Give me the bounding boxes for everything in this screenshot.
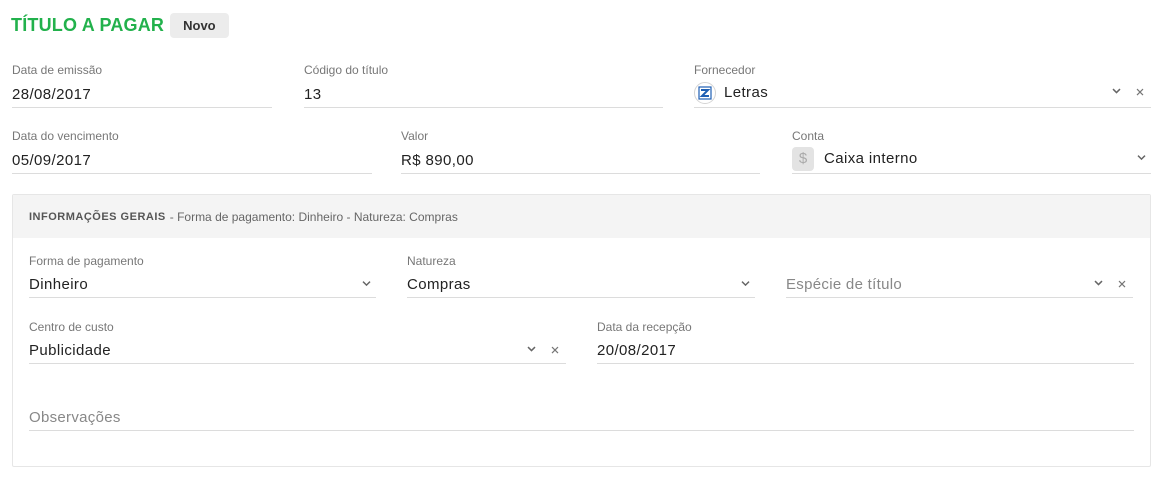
clear-icon[interactable]: [551, 346, 560, 355]
clear-icon[interactable]: [1118, 280, 1127, 289]
general-info-summary: - Forma de pagamento: Dinheiro - Naturez…: [169, 209, 458, 224]
amount-field[interactable]: Valor R$ 890,00: [401, 128, 760, 174]
payment-method-field[interactable]: Forma de pagamento Dinheiro: [29, 253, 376, 298]
issue-date-field[interactable]: Data de emissão 28/08/2017: [12, 62, 272, 108]
amount-label: Valor: [401, 129, 429, 143]
title-code-label: Código do título: [304, 63, 389, 77]
due-date-label: Data do vencimento: [12, 129, 119, 143]
cost-center-label: Centro de custo: [29, 320, 114, 334]
issue-date-input[interactable]: 28/08/2017: [12, 82, 272, 108]
nature-label: Natureza: [407, 254, 456, 268]
payment-method-select[interactable]: Dinheiro: [29, 272, 376, 298]
issue-date-value: 28/08/2017: [12, 86, 92, 103]
amount-value: R$ 890,00: [401, 152, 474, 169]
page-title: TÍTULO A PAGAR: [11, 15, 165, 35]
general-info-header[interactable]: INFORMAÇÕES GERAIS - Forma de pagamento:…: [13, 195, 1150, 238]
notes-input[interactable]: Observações: [29, 405, 1134, 431]
chevron-down-icon[interactable]: [1094, 280, 1103, 288]
clear-icon[interactable]: [1136, 88, 1145, 97]
chevron-down-icon[interactable]: [1112, 88, 1121, 96]
payment-method-value: Dinheiro: [29, 276, 89, 293]
title-type-placeholder: Espécie de título: [786, 276, 903, 293]
chevron-down-icon[interactable]: [1137, 154, 1146, 162]
supplier-value: Letras: [724, 84, 769, 101]
title-code-field[interactable]: Código do título 13: [304, 62, 663, 108]
title-code-input[interactable]: 13: [304, 82, 663, 108]
nature-field[interactable]: Natureza Compras: [407, 253, 755, 298]
cost-center-select[interactable]: Publicidade: [29, 338, 566, 364]
reception-date-field[interactable]: Data da recepção 20/08/2017: [597, 319, 1134, 364]
nature-value: Compras: [407, 276, 471, 293]
due-date-field[interactable]: Data do vencimento 05/09/2017: [12, 128, 372, 174]
supplier-select[interactable]: Letras: [694, 78, 1151, 108]
chevron-down-icon[interactable]: [741, 280, 750, 288]
title-type-field[interactable]: Espécie de título: [786, 253, 1133, 298]
nature-select[interactable]: Compras: [407, 272, 755, 298]
due-date-input[interactable]: 05/09/2017: [12, 148, 372, 174]
reception-date-value: 20/08/2017: [597, 342, 677, 359]
account-label: Conta: [792, 129, 825, 143]
title-code-value: 13: [304, 86, 322, 103]
reception-date-label: Data da recepção: [597, 320, 692, 334]
account-field[interactable]: Conta $ Caixa interno: [792, 128, 1151, 174]
due-date-value: 05/09/2017: [12, 152, 92, 169]
reception-date-input[interactable]: 20/08/2017: [597, 338, 1134, 364]
supplier-logo-icon: [694, 81, 716, 104]
status-badge: Novo: [170, 13, 229, 38]
account-select[interactable]: $ Caixa interno: [792, 144, 1151, 174]
general-info-title: INFORMAÇÕES GERAIS: [29, 210, 166, 223]
page-header: TÍTULO A PAGAR Novo: [11, 13, 229, 38]
title-type-select[interactable]: Espécie de título: [786, 272, 1133, 298]
account-value: Caixa interno: [824, 150, 918, 167]
cost-center-value: Publicidade: [29, 342, 111, 359]
notes-field[interactable]: Observações: [29, 400, 1134, 431]
supplier-field[interactable]: Fornecedor Letras: [694, 62, 1151, 108]
supplier-label: Fornecedor: [694, 63, 756, 77]
chevron-down-icon[interactable]: [527, 346, 536, 354]
notes-placeholder: Observações: [29, 409, 121, 426]
amount-input[interactable]: R$ 890,00: [401, 148, 760, 174]
payment-method-label: Forma de pagamento: [29, 254, 144, 268]
issue-date-label: Data de emissão: [12, 63, 103, 77]
cost-center-field[interactable]: Centro de custo Publicidade: [29, 319, 566, 364]
chevron-down-icon[interactable]: [362, 280, 371, 288]
dollar-icon: $: [792, 146, 814, 171]
